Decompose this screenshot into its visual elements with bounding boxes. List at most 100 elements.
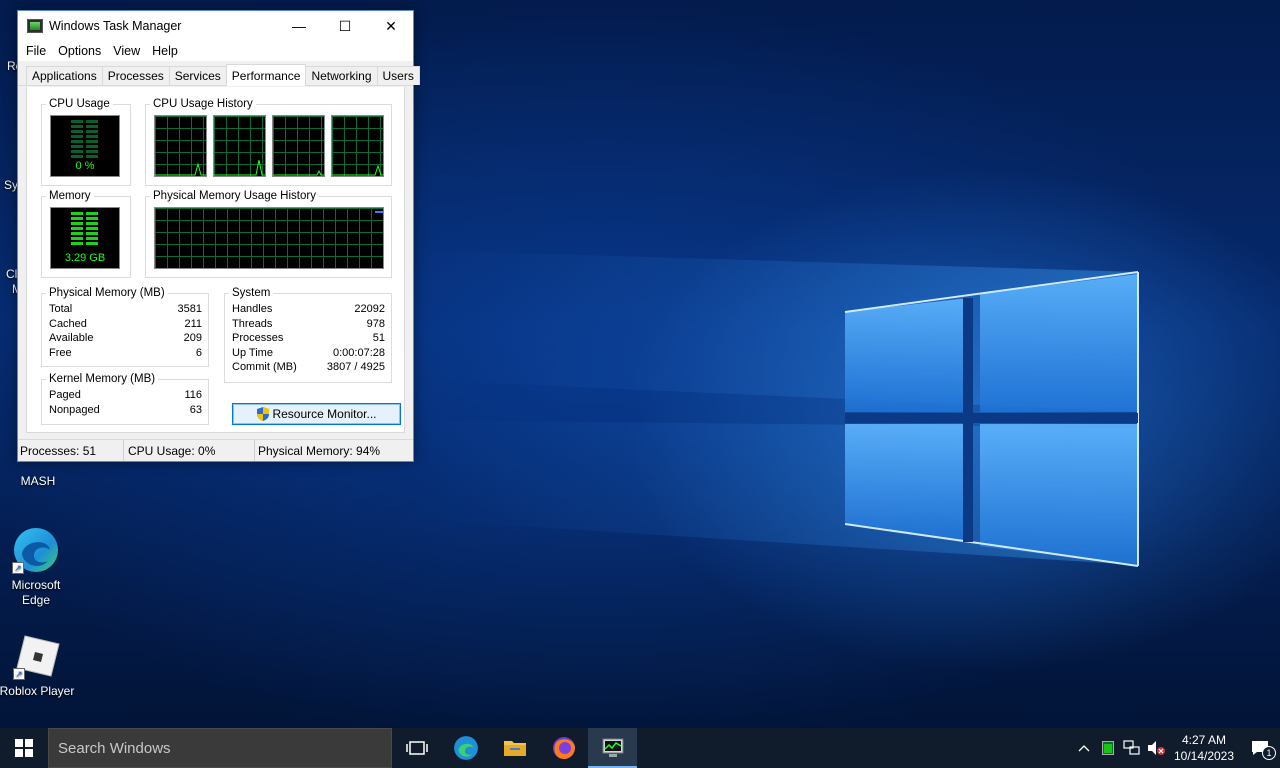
memory-history-graph xyxy=(154,207,384,269)
cpu-history-graph-core-1 xyxy=(154,115,207,177)
start-button[interactable] xyxy=(0,728,48,768)
cpu-history-graph-core-2 xyxy=(213,115,266,177)
resource-monitor-label: Resource Monitor... xyxy=(272,407,377,421)
system-row-processes: Processes 51 xyxy=(232,331,385,346)
tab-performance[interactable]: Performance xyxy=(225,64,307,86)
tray-volume[interactable] xyxy=(1144,728,1168,768)
cpu-usage-label: CPU Usage xyxy=(46,97,113,111)
clock-date: 10/14/2023 xyxy=(1173,749,1235,763)
menu-view[interactable]: View xyxy=(107,44,146,58)
row-value: 211 xyxy=(184,318,202,330)
desktop-icon-roblox[interactable]: ↗ Roblox Player xyxy=(0,632,75,699)
folder-icon xyxy=(503,741,526,756)
task-view-button[interactable] xyxy=(392,728,441,768)
task-manager-icon xyxy=(27,19,43,33)
cpu-history-group: CPU Usage History xyxy=(145,97,392,186)
taskbar-edge[interactable] xyxy=(441,728,490,768)
taskbar-task-manager[interactable] xyxy=(588,728,637,768)
desktop-icon-label: Roblox Player xyxy=(0,684,75,698)
close-button[interactable]: ✕ xyxy=(368,11,414,41)
tab-users[interactable]: Users xyxy=(376,66,420,85)
memory-history-label: Physical Memory Usage History xyxy=(150,189,319,203)
edge-icon: ↗ xyxy=(12,526,60,574)
row-label: Free xyxy=(49,347,72,359)
task-manager-icon xyxy=(602,738,623,757)
row-value: 63 xyxy=(189,404,202,416)
status-processes: Processes: 51 xyxy=(18,440,124,461)
row-value: 209 xyxy=(183,332,202,344)
desktop-icon-peek-2[interactable]: Sy xyxy=(4,178,18,192)
window-title: Windows Task Manager xyxy=(49,19,182,33)
row-label: Available xyxy=(49,332,94,344)
maximize-button[interactable]: ☐ xyxy=(322,11,368,41)
menu-options[interactable]: Options xyxy=(52,44,107,58)
memory-label: Memory xyxy=(46,189,94,203)
cpu-usage-meter: 0 % xyxy=(50,115,120,177)
chevron-up-icon xyxy=(1078,745,1090,752)
row-label: Total xyxy=(49,303,73,315)
edge-icon xyxy=(453,736,478,760)
system-row-threads: Threads 978 xyxy=(232,317,385,332)
memory-value: 3.29 GB xyxy=(64,252,106,264)
row-label: Processes xyxy=(232,332,284,344)
tab-services[interactable]: Services xyxy=(168,66,227,85)
firefox-icon xyxy=(552,737,575,759)
status-cpu-usage: CPU Usage: 0% xyxy=(124,440,255,461)
physical-memory-group: Physical Memory (MB) Total 3581 Cached 2… xyxy=(41,286,209,367)
physical-memory-row-free: Free 6 xyxy=(49,346,202,361)
row-label: Handles xyxy=(232,303,273,315)
menu-help[interactable]: Help xyxy=(146,44,184,58)
title-bar[interactable]: Windows Task Manager — ☐ ✕ xyxy=(18,11,413,41)
desktop-icon-mash[interactable]: MASH xyxy=(0,474,76,489)
tray-task-manager[interactable] xyxy=(1096,728,1120,768)
desktop-icon-peek-3[interactable]: Cl xyxy=(6,267,17,281)
performance-panel: CPU Usage 0 % CPU Usage History Memory 3… xyxy=(26,87,405,433)
memory-group: Memory 3.29 GB xyxy=(41,189,131,278)
row-label: Threads xyxy=(232,318,273,330)
system-tray: 4:27 AM 10/14/2023 1 xyxy=(1072,728,1280,768)
resource-monitor-button[interactable]: Resource Monitor... xyxy=(232,403,401,425)
roblox-icon: ↗ xyxy=(13,632,61,680)
cpu-history-label: CPU Usage History xyxy=(150,97,256,111)
taskbar-clock[interactable]: 4:27 AM 10/14/2023 xyxy=(1168,732,1240,764)
row-label: Commit (MB) xyxy=(232,361,297,373)
tray-network[interactable] xyxy=(1120,728,1144,768)
task-manager-window[interactable]: Windows Task Manager — ☐ ✕ File Options … xyxy=(17,10,420,462)
menu-bar: File Options View Help xyxy=(18,41,413,61)
desktop-icon-label: Microsoft Edge xyxy=(11,578,61,607)
shortcut-arrow-icon: ↗ xyxy=(12,562,24,574)
system-row-handles: Handles 22092 xyxy=(232,302,385,317)
system-label: System xyxy=(229,286,274,300)
kernel-memory-label: Kernel Memory (MB) xyxy=(46,372,159,386)
status-bar: Processes: 51 CPU Usage: 0% Physical Mem… xyxy=(18,439,413,461)
row-label: Up Time xyxy=(232,347,273,359)
clock-time: 4:27 AM xyxy=(1181,733,1227,747)
minimize-button[interactable]: — xyxy=(276,11,322,41)
search-box[interactable]: Search Windows xyxy=(48,728,392,768)
tab-applications[interactable]: Applications xyxy=(26,66,103,85)
tab-processes[interactable]: Processes xyxy=(101,66,170,85)
physical-memory-label: Physical Memory (MB) xyxy=(46,286,168,300)
notification-count-badge: 1 xyxy=(1262,746,1276,760)
shield-icon xyxy=(257,407,270,421)
physical-memory-row-available: Available 209 xyxy=(49,331,202,346)
menu-file[interactable]: File xyxy=(20,44,52,58)
physical-memory-row-cached: Cached 211 xyxy=(49,317,202,332)
action-center-button[interactable]: 1 xyxy=(1240,728,1280,768)
show-hidden-icons-button[interactable] xyxy=(1072,728,1096,768)
cpu-usage-group: CPU Usage 0 % xyxy=(41,97,131,186)
row-value: 116 xyxy=(184,389,202,401)
task-view-icon xyxy=(405,741,428,755)
memory-history-group: Physical Memory Usage History xyxy=(145,189,392,278)
row-value: 3581 xyxy=(177,303,202,315)
taskbar-file-explorer[interactable] xyxy=(490,728,539,768)
cpu-usage-value: 0 % xyxy=(75,160,95,172)
row-value: 978 xyxy=(366,318,385,330)
row-value: 51 xyxy=(372,332,385,344)
system-group: System Handles 22092 Threads 978 Process… xyxy=(224,286,392,383)
tab-networking[interactable]: Networking xyxy=(305,66,378,85)
desktop-icon-edge[interactable]: ↗ Microsoft Edge xyxy=(0,526,74,608)
taskbar-firefox[interactable] xyxy=(539,728,588,768)
row-label: Nonpaged xyxy=(49,404,100,416)
kernel-memory-group: Kernel Memory (MB) Paged 116 Nonpaged 63 xyxy=(41,372,209,425)
